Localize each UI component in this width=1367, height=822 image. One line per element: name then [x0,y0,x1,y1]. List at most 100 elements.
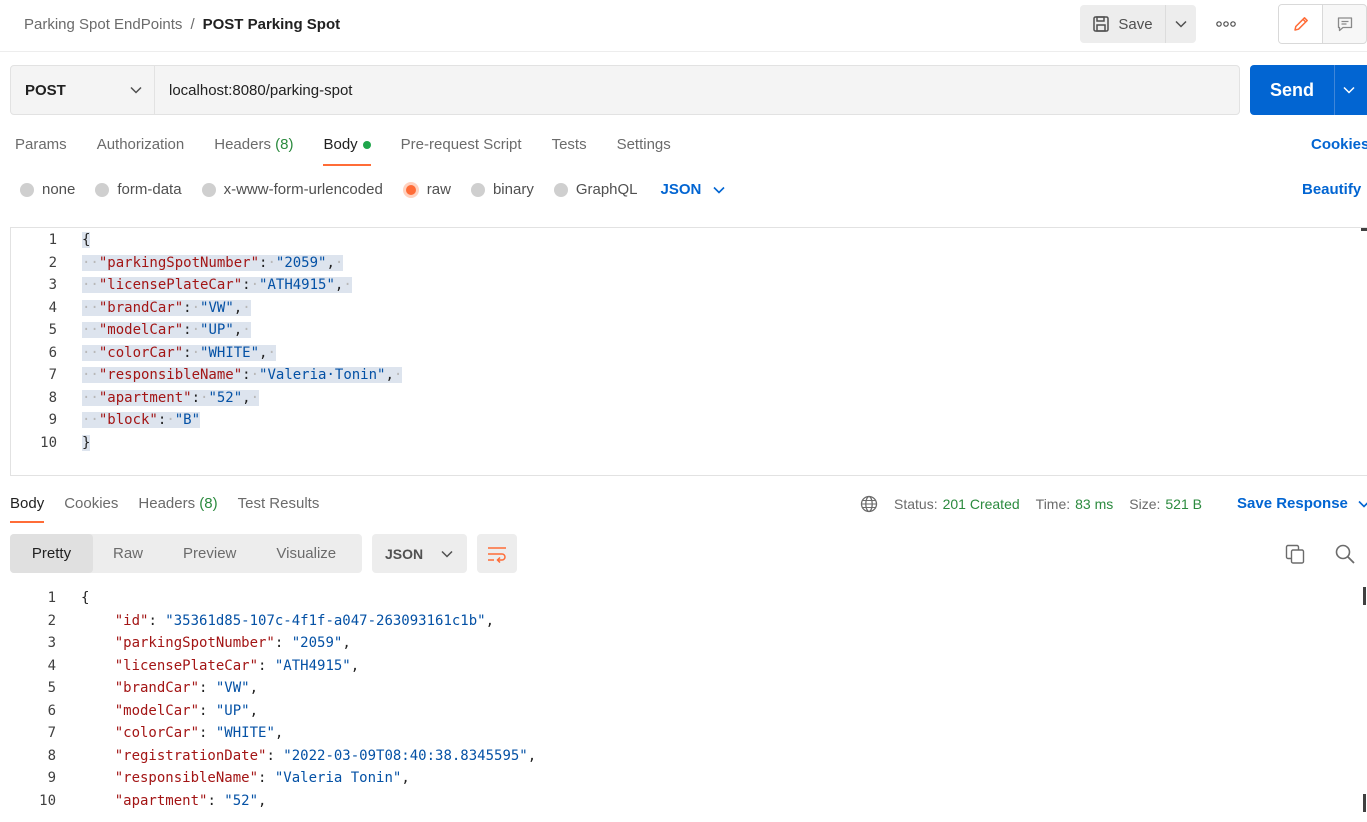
cookies-link[interactable]: Cookies [1311,136,1367,153]
tab-body[interactable]: Body [323,136,371,166]
code-line: ··"modelCar":·"UP",· [82,322,251,338]
send-options-button[interactable] [1334,65,1367,115]
tab-headers-count: (8) [275,136,294,153]
send-button-group: Send [1250,65,1367,115]
body-format-select[interactable]: JSON [661,181,726,198]
line-number: 4 [47,657,56,674]
scrollbar-thumb-bottom[interactable] [1363,794,1366,812]
code-brace: } [82,434,91,451]
radio-urlencoded[interactable]: x-www-form-urlencoded [201,181,383,198]
line-number: 2 [47,612,56,629]
tab-authorization[interactable]: Authorization [97,136,185,166]
json-key: "parkingSpotNumber" [98,254,260,271]
save-button-group: Save [1080,5,1196,43]
response-format-select[interactable]: JSON [372,534,467,573]
time-label: Time: [1035,496,1071,512]
response-tab-body[interactable]: Body [10,495,45,523]
scrollbar-thumb[interactable] [1361,228,1367,231]
radio-graphql[interactable]: GraphQL [553,181,638,198]
code-line: { [82,229,91,251]
radio-none[interactable]: none [20,181,75,198]
more-actions-button[interactable] [1208,10,1244,38]
wrap-lines-icon [488,546,506,563]
breadcrumb-separator: / [190,16,195,33]
response-format-value: JSON [385,545,424,562]
radio-binary-label: binary [492,181,534,198]
code-line: "modelCar": "UP", [114,702,259,719]
save-icon [1093,16,1110,32]
response-tab-test-results[interactable]: Test Results [238,495,320,523]
view-preview[interactable]: Preview [163,534,256,573]
response-tab-headers[interactable]: Headers (8) [138,495,217,523]
globe-icon[interactable] [860,495,878,513]
json-value: "UP" [200,322,234,338]
send-button[interactable]: Send [1250,65,1334,115]
radio-form-data-indicator [95,182,110,197]
radio-none-label: none [42,181,76,198]
json-key: "apartment" [98,389,192,406]
tab-params[interactable]: Params [15,136,67,166]
tab-headers[interactable]: Headers (8) [214,136,293,166]
response-tab-headers-label: Headers [138,495,196,512]
top-bar: Parking Spot EndPoints / POST Parking Sp… [0,0,1367,52]
line-number: 5 [48,322,57,338]
comments-button[interactable] [1323,5,1366,43]
request-body-editor[interactable]: 1 {2 ··"parkingSpotNumber":·"2059",· 3 ··"li… [10,227,1367,476]
view-pretty[interactable]: Pretty [10,534,93,573]
save-label: Save [1118,15,1153,33]
beautify-button[interactable]: Beautify [1302,181,1361,198]
json-value: "2022-03-09T08:40:38.8345595" [283,747,528,764]
line-number: 8 [47,747,56,764]
json-key: "id" [114,612,149,629]
view-visualize[interactable]: Visualize [256,534,356,573]
line-number: 5 [47,680,56,696]
save-options-button[interactable] [1165,5,1196,43]
comment-icon [1337,17,1352,32]
code-line: ··"block":·"B" [82,412,201,428]
json-value: "ATH4915" [259,277,335,293]
json-value: "VW" [200,299,234,316]
status-value[interactable]: 201 Created [943,496,1020,512]
wrap-lines-button[interactable] [477,534,517,573]
radio-binary[interactable]: binary [470,181,534,198]
line-number: 1 [48,232,57,248]
response-body-viewer[interactable]: 1 {2 "id": "35361d85-107c-4f1f-a047-26309… [0,587,1367,822]
breadcrumb-collection[interactable]: Parking Spot EndPoints [24,16,182,33]
tab-tests[interactable]: Tests [552,136,587,166]
chevron-down-icon [1358,500,1367,508]
time-value[interactable]: 83 ms [1075,496,1113,512]
json-value: "Valeria·Tonin" [259,367,386,383]
tab-body-label: Body [323,136,358,153]
line-number: 1 [47,590,56,606]
radio-raw[interactable]: raw [402,181,451,198]
line-number: 10 [39,792,56,809]
tab-settings[interactable]: Settings [617,136,671,166]
json-key: "registrationDate" [114,747,267,764]
response-tab-cookies[interactable]: Cookies [64,495,118,523]
line-number: 3 [48,277,57,293]
response-meta: Status: 201 Created Time: 83 ms Size: 52… [860,495,1202,513]
tab-prerequest-script[interactable]: Pre-request Script [401,136,522,166]
more-horizontal-icon [1216,21,1236,27]
search-response-button[interactable] [1333,542,1357,566]
view-raw[interactable]: Raw [93,534,163,573]
body-modified-indicator [362,141,371,150]
radio-form-data[interactable]: form-data [95,181,182,198]
json-key: "parkingSpotNumber" [114,635,275,651]
breadcrumb-request-name[interactable]: POST Parking Spot [203,16,341,33]
json-key: "colorCar" [114,725,200,741]
json-value: "52" [224,792,259,809]
json-value: "52" [208,389,243,406]
save-button[interactable]: Save [1080,5,1165,43]
copy-response-button[interactable] [1283,542,1307,566]
url-input[interactable] [155,66,1239,114]
code-line: ··"parkingSpotNumber":·"2059",· [82,254,344,271]
radio-form-data-label: form-data [117,181,182,198]
http-method-select[interactable]: POST [11,66,155,114]
size-value[interactable]: 521 B [1165,496,1202,512]
save-response-button[interactable]: Save Response [1237,495,1367,512]
radio-raw-label: raw [426,181,451,198]
json-value: "B" [174,412,201,428]
edit-mode-button[interactable] [1279,5,1323,43]
scrollbar-thumb-top[interactable] [1363,587,1366,605]
